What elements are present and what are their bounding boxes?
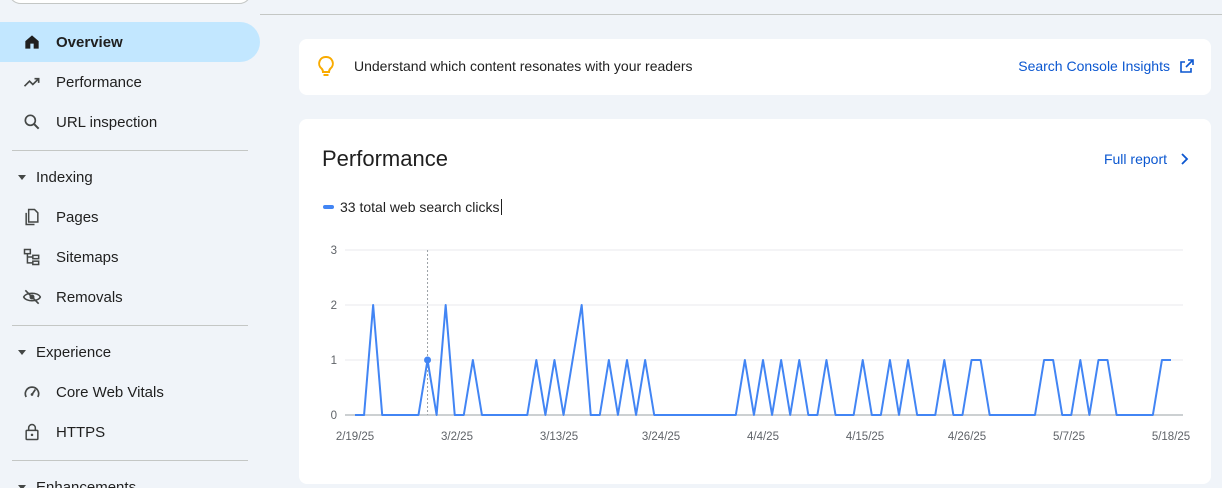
sitemap-icon [22,247,42,267]
chevron-right-icon [1181,153,1189,165]
full-report-label: Full report [1103,151,1167,167]
search-icon [22,112,42,132]
insights-banner: Understand which content resonates with … [299,39,1211,95]
full-report-link[interactable]: Full report [1104,151,1191,167]
performance-card: Performance Full report 33 total web sea… [299,119,1211,484]
sidebar: Overview Performance URL inspection Inde… [0,0,260,488]
home-icon [22,32,42,52]
sidebar-item-performance[interactable]: Performance [0,62,260,102]
sidebar-item-url-inspection[interactable]: URL inspection [0,102,260,142]
open-in-new-icon [1180,59,1194,73]
caret-down-icon [16,346,28,358]
sidebar-divider [12,150,248,151]
pages-icon [22,207,42,227]
chart-legend[interactable]: 33 total web search clicks [323,199,502,215]
sidebar-divider [12,325,248,326]
trending-up-icon [22,72,42,92]
sidebar-item-removals[interactable]: Removals [0,277,260,317]
search-console-insights-link[interactable]: Search Console Insights [1018,58,1195,74]
lock-icon [22,422,42,442]
sidebar-item-core-web-vitals[interactable]: Core Web Vitals [0,372,260,412]
header-divider [260,14,1222,15]
property-selector[interactable] [8,0,252,4]
sidebar-divider [12,460,248,461]
section-label: Indexing [36,168,93,186]
eye-off-icon [22,287,42,307]
performance-title: Performance [322,146,448,171]
lightbulb-icon [316,55,336,79]
sidebar-item-label: HTTPS [56,423,106,441]
section-experience[interactable]: Experience [0,336,260,368]
caret-down-icon [16,481,28,488]
legend-label: 33 total web search clicks [340,199,500,215]
sidebar-item-sitemaps[interactable]: Sitemaps [0,237,260,277]
sidebar-item-pages[interactable]: Pages [0,197,260,237]
sidebar-item-label: Removals [56,288,123,306]
section-label: Enhancements [36,478,137,488]
section-label: Experience [36,343,112,361]
section-indexing[interactable]: Indexing [0,161,260,193]
sidebar-item-label: Overview [56,33,123,51]
legend-swatch [323,205,334,209]
sidebar-item-label: Core Web Vitals [56,383,164,401]
section-enhancements[interactable]: Enhancements [0,471,260,488]
text-cursor [500,199,502,215]
sidebar-item-label: Sitemaps [56,248,119,266]
sidebar-item-label: Pages [56,208,99,226]
sidebar-item-label: Performance [56,73,142,91]
sidebar-item-label: URL inspection [56,113,158,131]
sidebar-item-overview[interactable]: Overview [0,22,260,62]
caret-down-icon [16,171,28,183]
sidebar-item-https[interactable]: HTTPS [0,412,260,452]
insights-link-label: Search Console Insights [1018,58,1170,74]
speed-icon [22,382,42,402]
insights-message: Understand which content resonates with … [354,58,693,74]
